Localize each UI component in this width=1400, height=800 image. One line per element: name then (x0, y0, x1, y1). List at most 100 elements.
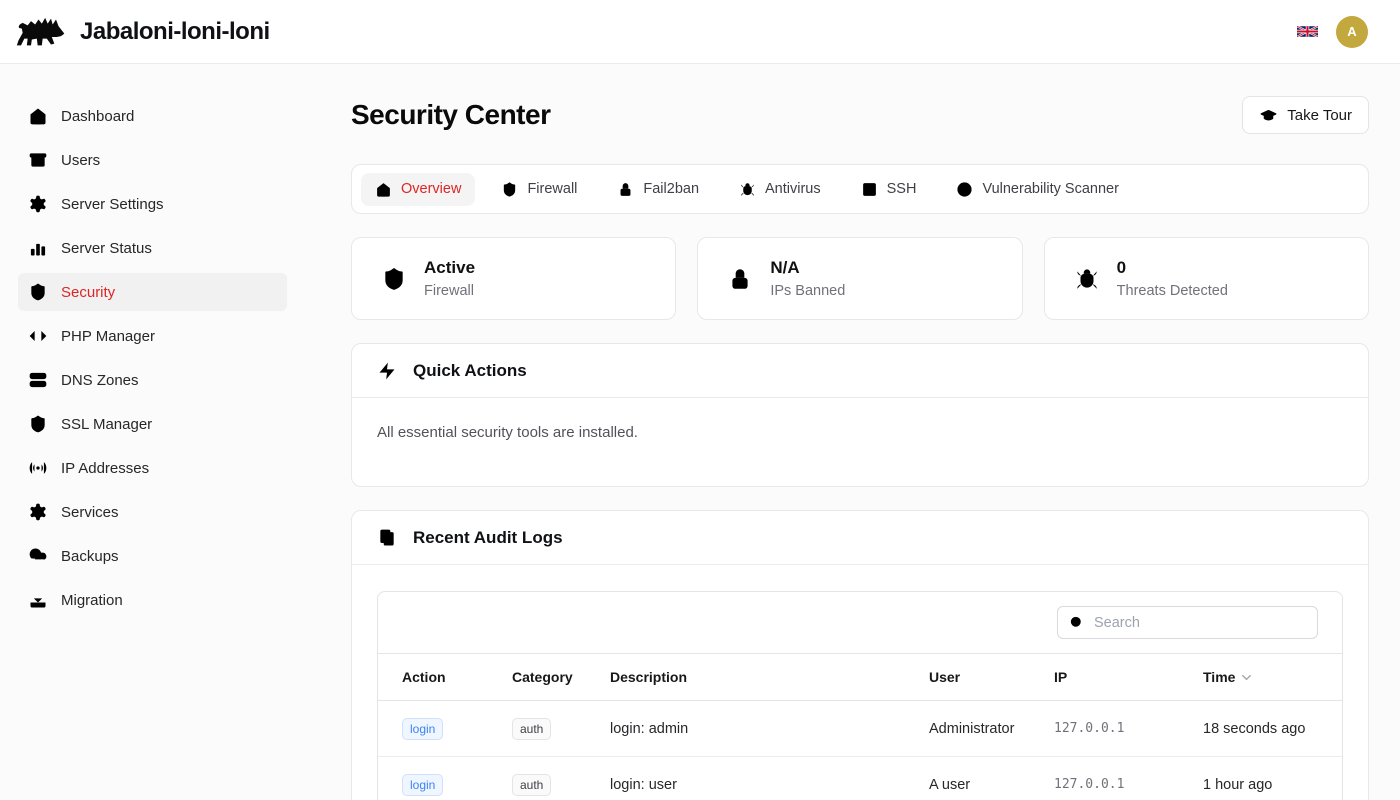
home-icon (375, 181, 392, 198)
table-row[interactable]: login auth login: user A user 127.0.0.1 … (378, 757, 1342, 800)
page-title: Security Center (351, 96, 550, 134)
bug-icon (739, 181, 756, 198)
archive-icon (28, 150, 48, 170)
gear-icon (28, 502, 48, 522)
avatar[interactable]: A (1336, 16, 1368, 48)
tab-label: Overview (401, 181, 461, 197)
audit-logs-card: Recent Audit Logs Action Category Descri… (351, 510, 1369, 800)
col-user[interactable]: User (929, 669, 1054, 685)
tab-firewall[interactable]: Firewall (487, 173, 591, 206)
documents-icon (377, 528, 397, 548)
uk-flag-icon[interactable] (1297, 24, 1318, 39)
sidebar-item-services[interactable]: Services (18, 493, 287, 531)
tab-ssh[interactable]: SSH (847, 173, 931, 206)
shield-check-icon (28, 414, 48, 434)
table-row[interactable]: login auth login: admin Administrator 12… (378, 701, 1342, 757)
app-header: Jabaloni-loni-loni A (0, 0, 1400, 64)
tab-label: Antivirus (765, 181, 821, 197)
col-category[interactable]: Category (512, 669, 610, 685)
take-tour-label: Take Tour (1287, 107, 1352, 124)
sidebar-item-dns-zones[interactable]: DNS Zones (18, 361, 287, 399)
tab-fail2ban[interactable]: Fail2ban (603, 173, 713, 206)
security-tabbar: Overview Firewall Fail2ban Antivirus SSH… (351, 164, 1369, 214)
cell-ip: 127.0.0.1 (1054, 721, 1203, 736)
status-value: Active (424, 257, 475, 279)
cell-time: 18 seconds ago (1203, 721, 1318, 737)
scan-search-icon (956, 181, 973, 198)
sidebar-item-label: SSL Manager (61, 416, 152, 433)
status-card-threats: 0 Threats Detected (1044, 237, 1369, 320)
terminal-icon (861, 181, 878, 198)
status-value: 0 (1117, 257, 1228, 279)
col-time[interactable]: Time (1203, 669, 1318, 685)
code-icon (28, 326, 48, 346)
sidebar-item-label: Users (61, 152, 100, 169)
sidebar-item-migration[interactable]: Migration (18, 581, 287, 619)
quick-actions-message: All essential security tools are install… (377, 424, 1343, 461)
sidebar-item-label: Migration (61, 592, 123, 609)
action-badge: login (402, 774, 443, 796)
status-card-firewall: Active Firewall (351, 237, 676, 320)
graduation-cap-icon (1259, 106, 1278, 125)
shield-check-icon (381, 266, 407, 292)
category-badge: auth (512, 774, 551, 796)
main-content: Security Center Take Tour Overview Firew… (304, 64, 1400, 800)
col-action[interactable]: Action (402, 669, 512, 685)
sidebar-item-label: DNS Zones (61, 372, 139, 389)
home-icon (28, 106, 48, 126)
status-label: Threats Detected (1117, 281, 1228, 301)
tab-label: SSH (887, 181, 917, 197)
sidebar-item-label: PHP Manager (61, 328, 155, 345)
sidebar-item-server-status[interactable]: Server Status (18, 229, 287, 267)
sidebar-item-label: Backups (61, 548, 119, 565)
tab-overview[interactable]: Overview (361, 173, 475, 206)
status-label: IPs Banned (770, 281, 845, 301)
cloud-upload-icon (28, 546, 48, 566)
sidebar-item-label: Services (61, 504, 119, 521)
search-box (1057, 606, 1318, 639)
sidebar: Dashboard Users Server Settings Server S… (0, 64, 304, 800)
category-badge: auth (512, 718, 551, 740)
tab-label: Fail2ban (643, 181, 699, 197)
shield-check-icon (28, 282, 48, 302)
status-card-ips-banned: N/A IPs Banned (697, 237, 1022, 320)
shield-check-icon (501, 181, 518, 198)
sidebar-item-label: Security (61, 284, 115, 301)
audit-logs-table: Action Category Description User IP Time… (377, 591, 1343, 800)
sidebar-item-server-settings[interactable]: Server Settings (18, 185, 287, 223)
status-value: N/A (770, 257, 845, 279)
take-tour-button[interactable]: Take Tour (1242, 96, 1369, 134)
sidebar-item-security[interactable]: Security (18, 273, 287, 311)
sidebar-item-dashboard[interactable]: Dashboard (18, 97, 287, 135)
cell-user: A user (929, 777, 1054, 793)
search-input[interactable] (1057, 606, 1318, 639)
bug-icon (1074, 266, 1100, 292)
sidebar-item-label: Dashboard (61, 108, 134, 125)
quick-actions-title: Quick Actions (413, 361, 527, 381)
tab-antivirus[interactable]: Antivirus (725, 173, 835, 206)
cell-time: 1 hour ago (1203, 777, 1318, 793)
tab-vulnerability-scanner[interactable]: Vulnerability Scanner (942, 173, 1132, 206)
col-description[interactable]: Description (610, 669, 929, 685)
cell-description: login: admin (610, 721, 929, 737)
boar-logo-icon (16, 13, 66, 51)
cell-user: Administrator (929, 721, 1054, 737)
gear-icon (28, 194, 48, 214)
table-header-row: Action Category Description User IP Time (378, 653, 1342, 701)
sidebar-item-php-manager[interactable]: PHP Manager (18, 317, 287, 355)
action-badge: login (402, 718, 443, 740)
cell-ip: 127.0.0.1 (1054, 777, 1203, 792)
zap-icon (377, 361, 397, 381)
sidebar-item-backups[interactable]: Backups (18, 537, 287, 575)
bar-chart-icon (28, 238, 48, 258)
tab-label: Vulnerability Scanner (982, 181, 1118, 197)
audit-logs-title: Recent Audit Logs (413, 528, 563, 548)
quick-actions-card: Quick Actions All essential security too… (351, 343, 1369, 487)
col-ip[interactable]: IP (1054, 669, 1203, 685)
brand[interactable]: Jabaloni-loni-loni (16, 13, 270, 51)
brand-title: Jabaloni-loni-loni (80, 18, 270, 46)
sidebar-item-users[interactable]: Users (18, 141, 287, 179)
sidebar-item-ip-addresses[interactable]: IP Addresses (18, 449, 287, 487)
sidebar-item-ssl-manager[interactable]: SSL Manager (18, 405, 287, 443)
sidebar-item-label: IP Addresses (61, 460, 149, 477)
